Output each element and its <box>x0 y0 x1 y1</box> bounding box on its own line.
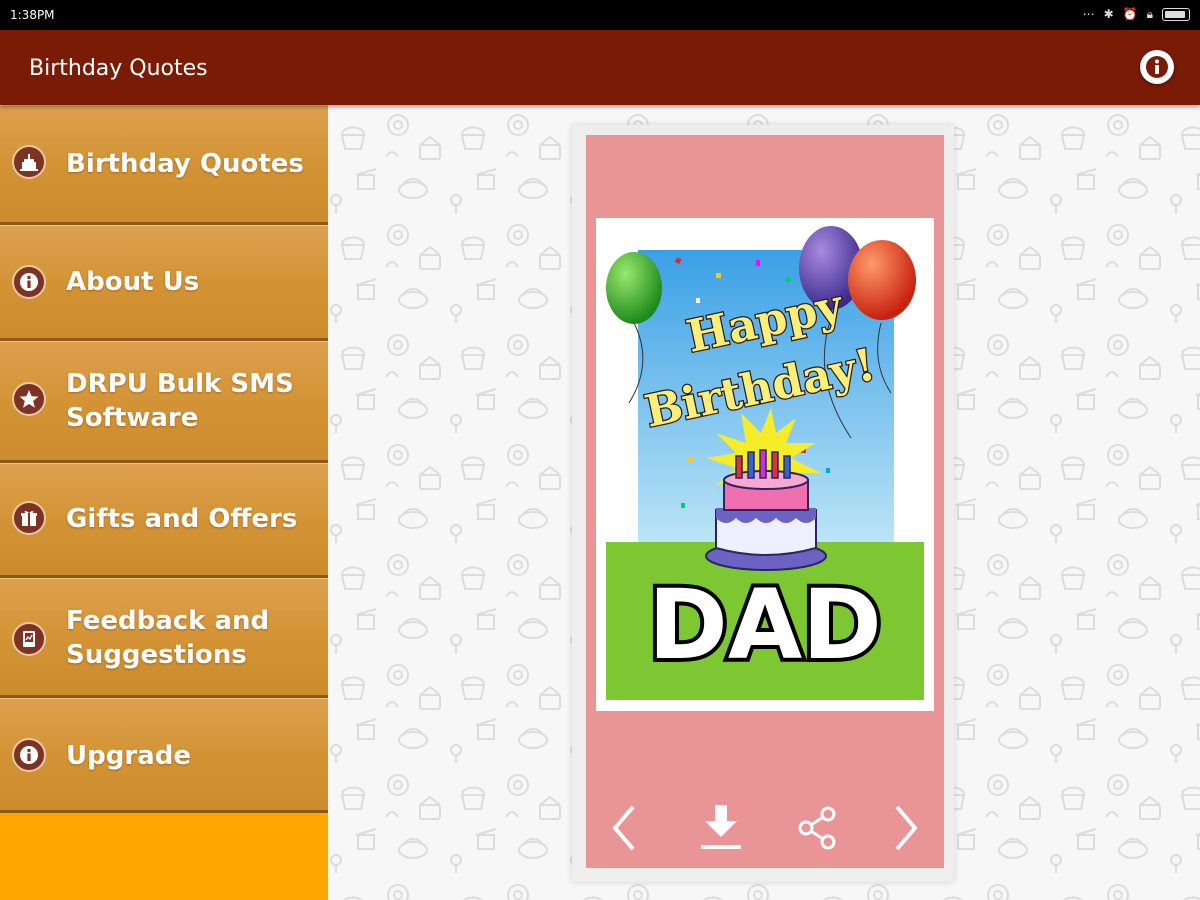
info-icon <box>12 738 46 772</box>
download-button[interactable] <box>696 803 746 853</box>
feedback-icon <box>12 622 46 656</box>
drawer-label: Gifts and Offers <box>66 504 298 534</box>
battery-icon <box>1162 7 1190 21</box>
download-icon <box>701 805 741 849</box>
drawer-item-upgrade[interactable]: Upgrade <box>0 698 328 813</box>
drawer-label: About Us <box>66 267 200 297</box>
lock-icon: 🔒︎ <box>1146 7 1153 21</box>
gift-icon <box>12 501 46 535</box>
drawer-item-about-us[interactable]: About Us <box>0 225 328 341</box>
drawer-label-line2: Suggestions <box>66 640 247 670</box>
red-balloon <box>848 240 916 320</box>
drawer-item-gifts-and-offers[interactable]: Gifts and Offers <box>0 463 328 578</box>
card-name: DAD <box>648 569 882 681</box>
status-icons: ⋯ ✱ ⏰ 🔒︎ <box>1083 6 1190 22</box>
star-icon <box>12 382 46 416</box>
drawer-item-drpu-bulk-sms[interactable]: DRPU Bulk SMS Software <box>0 341 328 463</box>
bluetooth-icon: ✱ <box>1103 7 1114 21</box>
info-icon <box>1146 56 1168 78</box>
drawer-item-birthday-quotes[interactable]: Birthday Quotes <box>0 105 328 225</box>
navigation-drawer: Birthday Quotes About Us DRPU Bulk SMS S… <box>0 105 328 900</box>
more-icon: ⋯ <box>1082 7 1095 21</box>
info-button[interactable] <box>1140 50 1174 84</box>
green-balloon <box>606 252 662 324</box>
drawer-label-line1: Feedback and <box>66 606 270 636</box>
app-title: Birthday Quotes <box>29 56 208 81</box>
share-button[interactable] <box>793 803 843 853</box>
next-icon <box>895 805 918 851</box>
drawer-label-line2: Software <box>66 403 199 433</box>
cake-icon <box>12 145 46 179</box>
share-icon <box>798 806 836 850</box>
birthday-card-illustration: Happy Birthday! DAD <box>606 226 924 700</box>
app-bar: Birthday Quotes <box>0 30 1200 105</box>
drawer-label-line1: DRPU Bulk SMS <box>66 369 294 399</box>
status-bar: 1:38PM ⋯ ✱ ⏰ 🔒︎ <box>0 0 1200 30</box>
status-time: 1:38PM <box>10 8 55 22</box>
info-icon <box>12 265 46 299</box>
next-button[interactable] <box>881 803 931 853</box>
card-image: Happy Birthday! DAD <box>596 218 934 711</box>
alarm-icon: ⏰ <box>1122 7 1138 21</box>
previous-button[interactable] <box>599 803 649 853</box>
drawer-item-feedback-and-suggestions[interactable]: Feedback and Suggestions <box>0 578 328 698</box>
drawer-label: Birthday Quotes <box>66 149 304 179</box>
drawer-label: Upgrade <box>66 741 191 771</box>
previous-icon <box>612 805 635 851</box>
